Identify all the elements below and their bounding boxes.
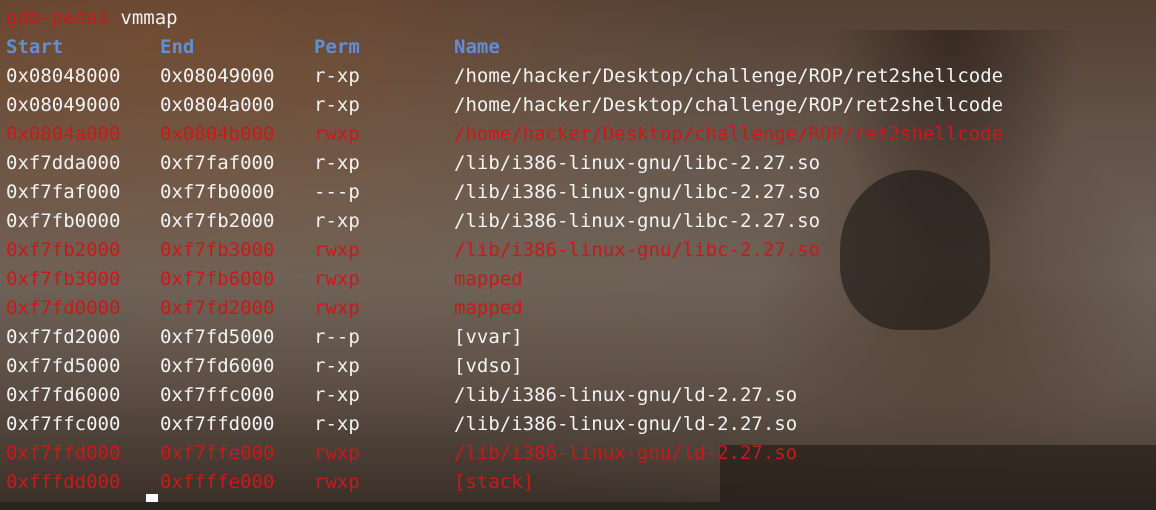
- row-permissions: rwxp: [314, 239, 360, 261]
- row-end-address: 0xf7fb3000: [160, 239, 275, 261]
- header-name: Name: [454, 36, 500, 58]
- row-end-address: 0x0804a000: [160, 94, 275, 116]
- header-perm: Perm: [314, 36, 360, 58]
- vmmap-row: 0xf7fd2000 0xf7fd5000 r--p [vvar]: [6, 323, 1156, 352]
- vmmap-row: 0xf7ffc000 0xf7ffd000 r-xp/lib/i386-linux-…: [6, 410, 1156, 439]
- row-mapping-name: mapped: [454, 268, 523, 290]
- gdb-prompt: gdb-peda$: [6, 7, 109, 29]
- terminal-cursor: [146, 494, 158, 502]
- row-permissions: rwxp: [314, 442, 360, 464]
- vmmap-row: 0xf7faf000 0xf7fb0000 ---p/lib/i386-linux-…: [6, 178, 1156, 207]
- row-start-address: 0xf7ffd000: [6, 442, 121, 464]
- row-start-address: 0xf7ffc000: [6, 413, 121, 435]
- row-permissions: rwxp: [314, 268, 360, 290]
- row-mapping-name: /home/hacker/Desktop/challenge/ROP/ret2s…: [454, 65, 1004, 87]
- vmmap-row: 0x0804a000 0x0804b000 rwxp/home/hacker/Des…: [6, 120, 1156, 149]
- row-permissions: ---p: [314, 181, 360, 203]
- row-end-address: 0x0804b000: [160, 123, 275, 145]
- row-mapping-name: /lib/i386-linux-gnu/libc-2.27.so: [454, 152, 821, 174]
- row-mapping-name: [vdso]: [454, 355, 523, 377]
- vmmap-row: 0xf7fb2000 0xf7fb3000 rwxp/lib/i386-linux-…: [6, 236, 1156, 265]
- vmmap-row: 0xf7ffd000 0xf7ffe000 rwxp/lib/i386-linux-…: [6, 439, 1156, 468]
- header-end: End: [160, 36, 195, 58]
- row-end-address: 0xf7fb6000: [160, 268, 275, 290]
- row-start-address: 0x08048000: [6, 65, 121, 87]
- row-end-address: 0xf7fd6000: [160, 355, 275, 377]
- row-mapping-name: mapped: [454, 297, 523, 319]
- row-start-address: 0x08049000: [6, 94, 121, 116]
- row-start-address: 0xfffdd000: [6, 471, 121, 493]
- vmmap-row: 0xf7fd0000 0xf7fd2000 rwxp mapped: [6, 294, 1156, 323]
- row-start-address: 0xf7fd2000: [6, 326, 121, 348]
- row-end-address: 0xf7faf000: [160, 152, 275, 174]
- vmmap-row: 0xf7fb0000 0xf7fb2000 r-xp/lib/i386-linux-…: [6, 207, 1156, 236]
- row-mapping-name: /lib/i386-linux-gnu/libc-2.27.so: [454, 239, 821, 261]
- row-permissions: r-xp: [314, 65, 360, 87]
- row-start-address: 0xf7fb3000: [6, 268, 121, 290]
- vmmap-row: 0x08049000 0x0804a000 r-xp/home/hacker/Des…: [6, 91, 1156, 120]
- vmmap-rows: 0x08048000 0x08049000 r-xp/home/hacker/Des…: [6, 62, 1156, 497]
- row-end-address: 0xf7ffc000: [160, 384, 275, 406]
- vmmap-row: 0xf7fb3000 0xf7fb6000 rwxp mapped: [6, 265, 1156, 294]
- row-permissions: rwxp: [314, 297, 360, 319]
- row-mapping-name: /home/hacker/Desktop/challenge/ROP/ret2s…: [454, 94, 1004, 116]
- vmmap-row: 0xf7dda000 0xf7faf000 r-xp/lib/i386-linux-…: [6, 149, 1156, 178]
- vmmap-row: 0x08048000 0x08049000 r-xp/home/hacker/Des…: [6, 62, 1156, 91]
- vmmap-row: 0xf7fd6000 0xf7ffc000 r-xp/lib/i386-linux-…: [6, 381, 1156, 410]
- row-mapping-name: /lib/i386-linux-gnu/ld-2.27.so: [454, 413, 798, 435]
- row-permissions: r-xp: [314, 384, 360, 406]
- row-mapping-name: /home/hacker/Desktop/challenge/ROP/ret2s…: [454, 123, 1004, 145]
- row-permissions: rwxp: [314, 123, 360, 145]
- row-permissions: r-xp: [314, 413, 360, 435]
- row-start-address: 0xf7fd5000: [6, 355, 121, 377]
- row-start-address: 0xf7fd0000: [6, 297, 121, 319]
- row-permissions: r-xp: [314, 210, 360, 232]
- row-end-address: 0xf7ffe000: [160, 442, 275, 464]
- command-line: gdb-peda$ vmmap: [6, 4, 1156, 33]
- row-end-address: 0xf7fb2000: [160, 210, 275, 232]
- row-permissions: rwxp: [314, 471, 360, 493]
- row-start-address: 0xf7fb2000: [6, 239, 121, 261]
- row-permissions: r--p: [314, 326, 360, 348]
- row-permissions: r-xp: [314, 355, 360, 377]
- command-text: vmmap: [120, 7, 178, 29]
- terminal-output[interactable]: gdb-peda$ vmmap Start End Perm Name 0x08…: [6, 4, 1156, 497]
- vmmap-row: 0xfffdd000 0xffffe000 rwxp [stack]: [6, 468, 1156, 497]
- row-end-address: 0xf7ffd000: [160, 413, 275, 435]
- row-end-address: 0xf7fb0000: [160, 181, 275, 203]
- row-mapping-name: /lib/i386-linux-gnu/ld-2.27.so: [454, 442, 798, 464]
- row-mapping-name: /lib/i386-linux-gnu/libc-2.27.so: [454, 210, 821, 232]
- row-start-address: 0xf7faf000: [6, 181, 121, 203]
- row-end-address: 0xffffe000: [160, 471, 275, 493]
- row-end-address: 0xf7fd5000: [160, 326, 275, 348]
- header-start: Start: [6, 36, 64, 58]
- row-end-address: 0x08049000: [160, 65, 275, 87]
- row-permissions: r-xp: [314, 94, 360, 116]
- row-start-address: 0x0804a000: [6, 123, 121, 145]
- row-mapping-name: /lib/i386-linux-gnu/libc-2.27.so: [454, 181, 821, 203]
- row-mapping-name: [stack]: [454, 471, 535, 493]
- vmmap-header-row: Start End Perm Name: [6, 33, 1156, 62]
- row-start-address: 0xf7fb0000: [6, 210, 121, 232]
- row-mapping-name: /lib/i386-linux-gnu/ld-2.27.so: [454, 384, 798, 406]
- vmmap-row: 0xf7fd5000 0xf7fd6000 r-xp [vdso]: [6, 352, 1156, 381]
- row-start-address: 0xf7dda000: [6, 152, 121, 174]
- row-mapping-name: [vvar]: [454, 326, 523, 348]
- row-start-address: 0xf7fd6000: [6, 384, 121, 406]
- row-permissions: r-xp: [314, 152, 360, 174]
- row-end-address: 0xf7fd2000: [160, 297, 275, 319]
